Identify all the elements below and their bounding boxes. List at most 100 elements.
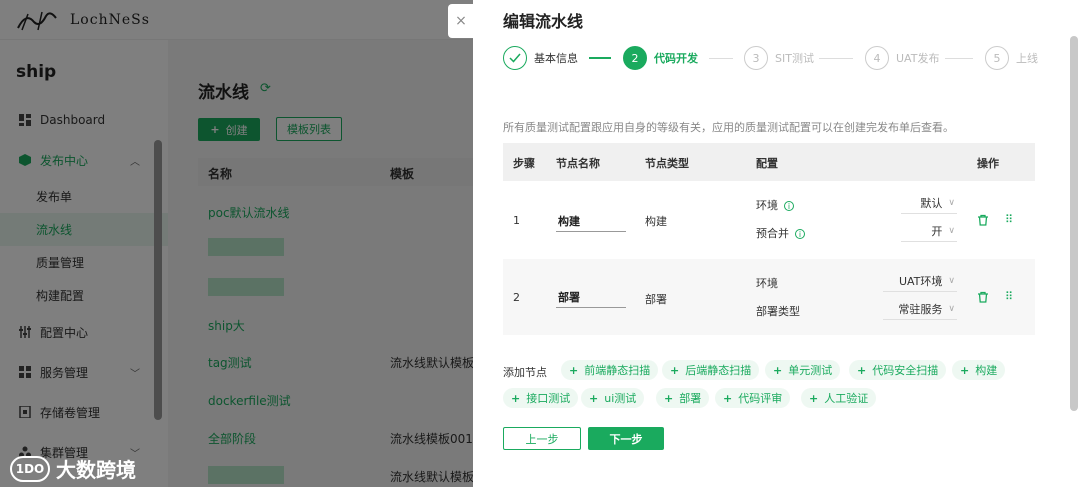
config-label: 部署类型	[756, 305, 800, 318]
env-select[interactable]: UAT环境 ∨	[883, 270, 957, 292]
plus-icon: +	[670, 363, 680, 377]
stepper: 基本信息 2 代码开发 3 SIT测试 4 UAT发布 5 上线	[503, 46, 1063, 72]
step-connector	[945, 58, 973, 59]
step-number: 5	[985, 46, 1009, 70]
step-number: 4	[865, 46, 889, 70]
watermark-logo-icon: 1DO	[10, 455, 50, 482]
watermark: 1DO 大数跨境	[10, 454, 136, 483]
drag-handle-icon[interactable]: ⠿	[1005, 213, 1013, 226]
node-name-input[interactable]: 构建	[556, 210, 626, 232]
add-node-tag[interactable]: + 接口测试	[503, 388, 579, 408]
plus-icon: +	[723, 391, 733, 405]
step-uat[interactable]: 4 UAT发布	[865, 46, 939, 70]
add-node-tag[interactable]: + 部署	[656, 388, 710, 408]
step-number: 2	[623, 46, 647, 70]
watermark-text: 大数跨境	[56, 458, 136, 482]
add-node-tag[interactable]: + 前端静态扫描	[561, 360, 659, 380]
node-type: 部署	[645, 293, 667, 306]
config-label-text: 预合并	[756, 227, 789, 240]
nodes-table-header: 步骤 节点名称 节点类型 配置 操作	[503, 143, 1035, 181]
notice-text: 所有质量测试配置跟应用自身的等级有关，应用的质量测试配置可以在创建完发布单后查看…	[503, 121, 954, 134]
step-connector	[819, 58, 853, 59]
tag-label: 前端静态扫描	[584, 364, 651, 377]
add-node-tag[interactable]: + 代码安全扫描	[849, 360, 947, 380]
tag-label: ui测试	[604, 392, 637, 405]
add-node-tag[interactable]: + 后端静态扫描	[662, 360, 760, 380]
plus-icon: +	[809, 391, 819, 405]
step-label: 基本信息	[534, 52, 578, 65]
modal-overlay[interactable]	[0, 0, 473, 487]
info-icon[interactable]: i	[784, 201, 794, 211]
step-sit[interactable]: 3 SIT测试	[744, 46, 814, 70]
info-icon[interactable]: i	[795, 229, 805, 239]
step-label: SIT测试	[775, 52, 814, 65]
plus-icon: +	[664, 391, 674, 405]
pre-merge-select[interactable]: 开 ∨	[901, 220, 957, 242]
step-connector	[709, 58, 733, 59]
drawer-scrollbar[interactable]	[1070, 36, 1078, 411]
step-number: 1	[513, 214, 520, 227]
tag-label: 部署	[679, 392, 702, 405]
column-header-node-type: 节点类型	[645, 157, 689, 170]
plus-icon: +	[511, 391, 521, 405]
drag-handle-icon[interactable]: ⠿	[1005, 290, 1013, 303]
check-icon	[503, 46, 527, 70]
chevron-down-icon: ∨	[948, 197, 955, 208]
column-header-step: 步骤	[513, 157, 535, 170]
trash-icon[interactable]	[977, 214, 989, 226]
config-label: 环境 i	[756, 197, 794, 213]
prev-step-button[interactable]: 上一步	[503, 427, 581, 450]
step-label: 代码开发	[654, 52, 698, 65]
plus-icon: +	[773, 363, 783, 377]
add-node-tag[interactable]: + 构建	[952, 360, 1006, 380]
env-select[interactable]: 默认 ∨	[901, 192, 957, 214]
plus-icon: +	[960, 363, 970, 377]
plus-icon: +	[857, 363, 867, 377]
step-code-dev[interactable]: 2 代码开发	[623, 46, 698, 70]
deploy-type-select[interactable]: 常驻服务 ∨	[883, 298, 957, 320]
column-header-config: 配置	[756, 157, 778, 170]
select-value: 开	[931, 224, 943, 238]
step-number: 2	[513, 291, 520, 304]
step-number: 3	[744, 46, 768, 70]
close-icon[interactable]: ×	[448, 4, 474, 38]
add-node-label: 添加节点	[503, 366, 547, 379]
step-release[interactable]: 5 上线	[985, 46, 1038, 70]
add-node-tag[interactable]: + 代码评审	[715, 388, 791, 408]
next-step-button[interactable]: 下一步	[588, 427, 664, 450]
step-label: UAT发布	[896, 52, 940, 65]
config-label: 预合并 i	[756, 225, 805, 241]
select-value: 常驻服务	[898, 302, 943, 316]
add-node-tag[interactable]: + 人工验证	[801, 388, 877, 408]
add-node-tag[interactable]: + ui测试	[581, 388, 645, 408]
plus-icon: +	[569, 363, 579, 377]
table-row: 2 部署 部署 环境 部署类型 UAT环境 ∨ 常驻服务 ∨ ⠿	[503, 259, 1035, 335]
node-type: 构建	[645, 215, 667, 228]
table-row: 1 构建 构建 环境 i 预合并 i 默认 ∨ 开 ∨ ⠿	[503, 181, 1035, 259]
step-label: 上线	[1016, 52, 1038, 65]
step-connector	[589, 57, 611, 59]
add-node-tag[interactable]: + 单元测试	[765, 360, 841, 380]
select-value: UAT环境	[898, 274, 943, 288]
tag-label: 构建	[975, 364, 998, 377]
step-basic-info[interactable]: 基本信息	[503, 46, 578, 70]
drawer-title: 编辑流水线	[503, 12, 584, 31]
chevron-down-icon: ∨	[948, 275, 955, 286]
config-label-text: 环境	[756, 199, 778, 212]
tag-label: 人工验证	[824, 392, 869, 405]
config-label: 环境	[756, 277, 778, 290]
edit-pipeline-drawer: 编辑流水线 基本信息 2 代码开发 3 SIT测试 4 UAT发布 5 上线 所…	[473, 0, 1080, 487]
tag-label: 代码安全扫描	[872, 364, 939, 377]
tag-label: 单元测试	[788, 364, 833, 377]
tag-label: 代码评审	[738, 392, 783, 405]
tag-label: 后端静态扫描	[685, 364, 752, 377]
column-header-action: 操作	[977, 157, 999, 170]
node-name-input[interactable]: 部署	[556, 286, 626, 308]
chevron-down-icon: ∨	[948, 225, 955, 236]
select-value: 默认	[920, 196, 943, 210]
trash-icon[interactable]	[977, 291, 989, 303]
column-header-node-name: 节点名称	[556, 157, 600, 170]
plus-icon: +	[589, 391, 599, 405]
tag-label: 接口测试	[526, 392, 571, 405]
chevron-down-icon: ∨	[948, 303, 955, 314]
